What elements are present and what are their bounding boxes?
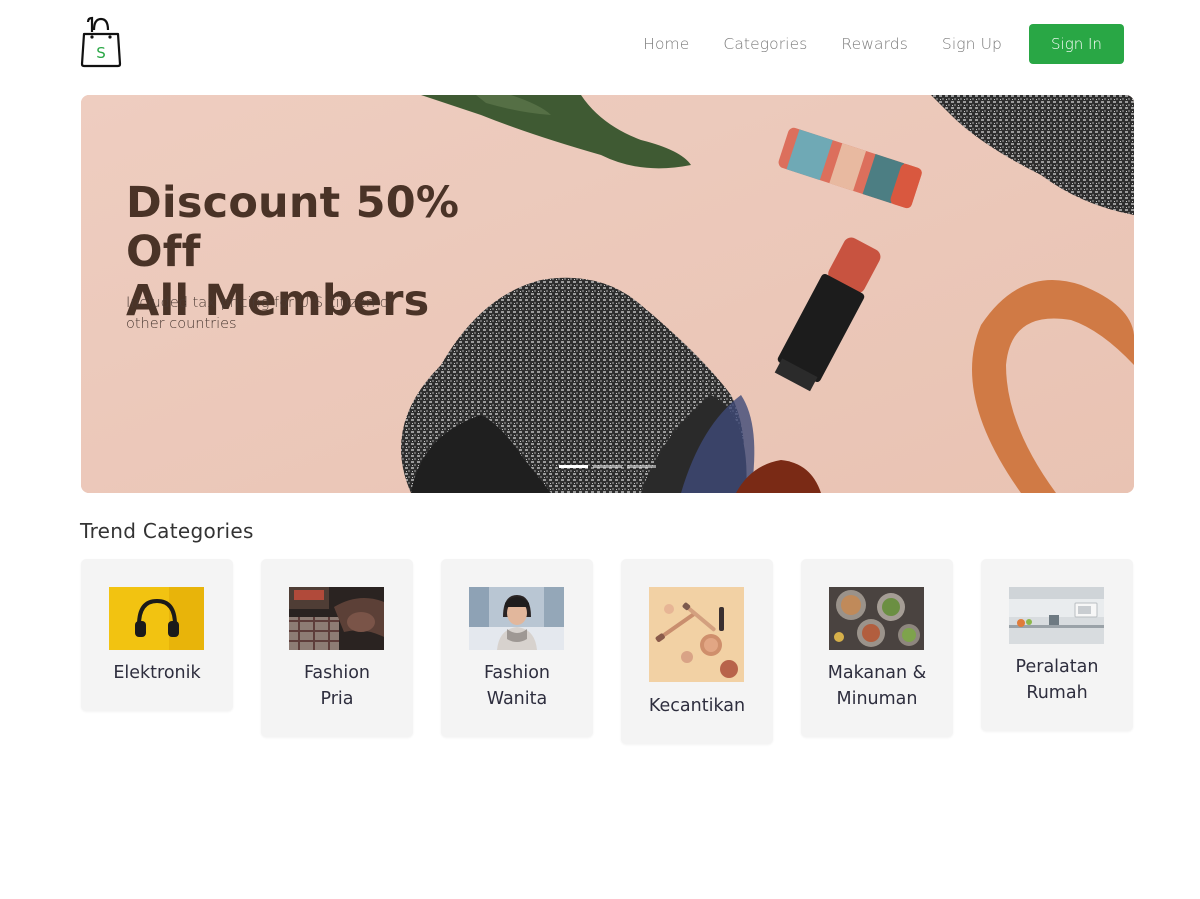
category-card-elektronik[interactable]: Elektronik <box>81 559 233 711</box>
main-nav: Home Categories Rewards Sign Up Sign In <box>643 24 1124 64</box>
category-card-fashion-wanita[interactable]: Fashion Wanita <box>441 559 593 737</box>
nav-home-link[interactable]: Home <box>643 35 689 53</box>
trend-categories-title: Trend Categories <box>80 519 254 543</box>
category-label: Kecantikan <box>648 696 746 716</box>
hero-banner[interactable]: Discount 50% Off All Members Included ta… <box>81 95 1134 493</box>
womens-fashion-image <box>469 587 564 650</box>
headphones-image <box>109 587 204 650</box>
logo-letter: S <box>96 44 106 62</box>
site-header: S Home Categories Rewards Sign Up Sign I… <box>0 0 1200 86</box>
shopping-bag-logo-icon[interactable]: S <box>78 16 124 68</box>
category-card-peralatan-rumah[interactable]: Peralatan Rumah <box>981 559 1133 731</box>
category-card-makanan-minuman[interactable]: Makanan & Minuman <box>801 559 953 737</box>
mens-fashion-image <box>289 587 384 650</box>
category-label: Peralatan Rumah <box>1015 657 1099 703</box>
category-label: Makanan & Minuman <box>827 663 927 709</box>
carousel-dot-1[interactable] <box>559 465 588 468</box>
hero-subtitle: Included tax pricing for U.S citizen or … <box>126 295 395 332</box>
nav-rewards-link[interactable]: Rewards <box>841 35 908 53</box>
category-label: Fashion Pria <box>303 663 371 709</box>
nav-categories-link[interactable]: Categories <box>723 35 807 53</box>
category-card-fashion-pria[interactable]: Fashion Pria <box>261 559 413 737</box>
beauty-products-image <box>649 587 744 682</box>
kitchen-appliances-image <box>1009 587 1104 644</box>
category-label: Fashion Wanita <box>483 663 551 709</box>
carousel-indicators <box>559 465 661 468</box>
carousel-dot-2[interactable] <box>593 465 622 468</box>
category-card-kecantikan[interactable]: Kecantikan <box>621 559 773 744</box>
category-label: Elektronik <box>113 663 201 683</box>
sign-in-button[interactable]: Sign In <box>1029 24 1124 64</box>
nav-signup-link[interactable]: Sign Up <box>942 35 1002 53</box>
carousel-dot-3[interactable] <box>627 465 656 468</box>
food-drinks-image <box>829 587 924 650</box>
